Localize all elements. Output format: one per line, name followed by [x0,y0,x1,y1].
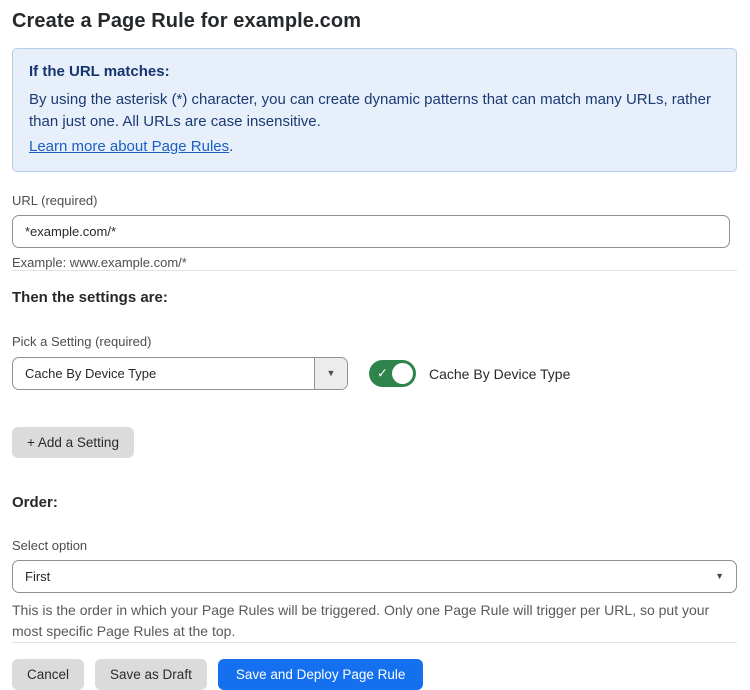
setting-select-arrow-button[interactable]: ▼ [314,358,347,389]
cancel-button[interactable]: Cancel [12,659,84,690]
setting-select[interactable]: Cache By Device Type ▼ [12,357,348,390]
url-example-hint: Example: www.example.com/* [12,255,737,270]
info-banner-link-line: Learn more about Page Rules. [29,136,720,159]
info-banner-heading: If the URL matches: [29,61,720,84]
toggle-knob [392,363,413,384]
footer-actions: Cancel Save as Draft Save and Deploy Pag… [12,659,737,690]
setting-row: Cache By Device Type ▼ ✓ Cache By Device… [12,357,737,390]
settings-section-heading: Then the settings are: [12,289,737,306]
url-field-label: URL (required) [12,193,737,208]
order-select-value: First [25,569,50,584]
chevron-down-icon: ▼ [715,572,724,581]
learn-more-link[interactable]: Learn more about Page Rules [29,138,229,155]
url-match-info-banner: If the URL matches: By using the asteris… [12,48,737,172]
toggle-label: Cache By Device Type [429,366,570,382]
order-help-text: This is the order in which your Page Rul… [12,600,732,642]
order-select-label: Select option [12,538,737,553]
order-section-heading: Order: [12,494,737,511]
section-divider [12,270,737,271]
footer-divider [12,642,737,643]
link-suffix: . [229,138,233,155]
check-icon: ✓ [377,365,388,381]
url-input[interactable] [12,215,730,248]
info-banner-body: By using the asterisk (*) character, you… [29,89,720,134]
save-draft-button[interactable]: Save as Draft [95,659,207,690]
page-rule-form: Create a Page Rule for example.com If th… [0,0,750,690]
setting-picker-label: Pick a Setting (required) [12,334,737,349]
order-select[interactable]: First ▼ [12,560,737,593]
chevron-down-icon: ▼ [327,369,336,378]
cache-by-device-toggle[interactable]: ✓ [369,360,416,387]
add-setting-button[interactable]: + Add a Setting [12,427,134,458]
save-deploy-button[interactable]: Save and Deploy Page Rule [218,659,424,690]
page-title: Create a Page Rule for example.com [12,10,737,33]
setting-select-value: Cache By Device Type [13,358,314,389]
